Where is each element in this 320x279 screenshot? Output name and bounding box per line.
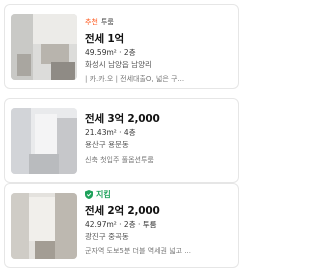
listing-meta: 42.97m² · 2층 · 투룸 [85,220,157,229]
listing-photo[interactable] [11,193,77,259]
listing-card-1[interactable]: 추천 투룸 전세 1억 49.59m² · 2층 화성시 남양읍 남양리 | 카.… [4,4,239,89]
recommend-badge: 추천 [85,18,98,26]
shield-check-icon [85,190,93,199]
listing-price: 전세 3억 2,000 [85,113,160,125]
verified-badge: 지킴 [85,189,111,200]
listing-description: | 카.카.오 | 전세대출O, 넓은 구... [85,75,185,83]
room-type: 투룸 [100,18,114,26]
listing-tags: 추천 투룸 [85,17,114,27]
listing-photo[interactable] [11,108,77,174]
listing-price: 전세 2억 2,000 [85,205,160,217]
verified-label: 지킴 [96,190,111,199]
listing-card-3[interactable]: 지킴 전세 2억 2,000 42.97m² · 2층 · 투룸 광진구 중곡동… [4,183,239,268]
listing-photo[interactable] [11,14,77,80]
listing-description: 군자역 도보5분 더블 역세권 넓고 ... [85,247,191,255]
listing-address: 용산구 용문동 [85,140,129,149]
listing-price: 전세 1억 [85,33,124,45]
listing-meta: 21.43m² · 4층 [85,128,136,137]
listing-address: 광진구 중곡동 [85,232,129,241]
listing-description: 신축 첫입주 풀옵션투룸 [85,156,154,164]
room-photo-blurred-2 [11,108,77,174]
room-photo-blurred-3 [11,193,77,259]
room-photo-blurred-1 [11,14,77,80]
listing-card-2[interactable]: 전세 3억 2,000 21.43m² · 4층 용산구 용문동 신축 첫입주 … [4,98,239,183]
listing-meta: 49.59m² · 2층 [85,48,136,57]
listing-address: 화성시 남양읍 남양리 [85,60,152,69]
